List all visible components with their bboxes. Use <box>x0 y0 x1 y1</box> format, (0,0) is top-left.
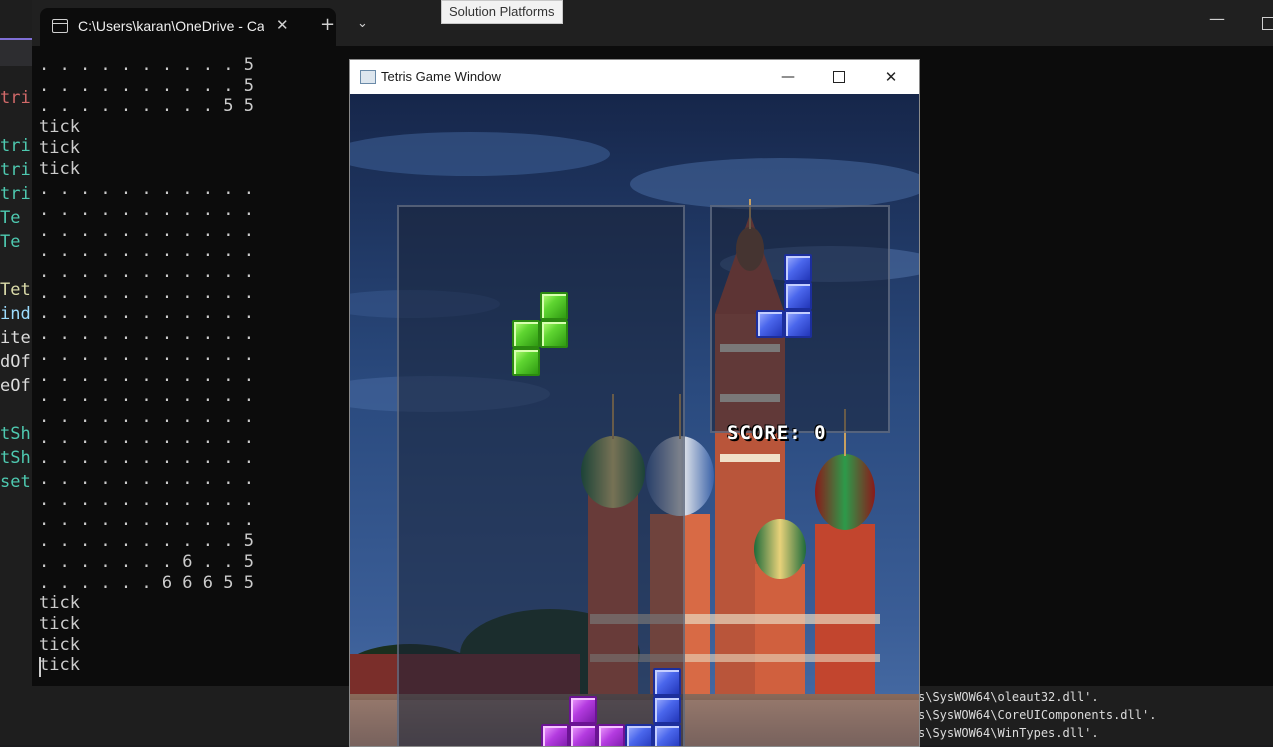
ide-code-fragment: ite <box>0 328 31 348</box>
output-line: s\SysWOW64\CoreUIComponents.dll'. <box>918 708 1157 722</box>
maximize-icon <box>833 71 845 83</box>
landed-block <box>569 724 597 746</box>
next-piece-block <box>784 254 812 282</box>
terminal-line: tick <box>39 117 80 138</box>
ide-code-fragment: tSh <box>0 424 31 444</box>
terminal-line: tick <box>39 158 80 179</box>
falling-block <box>540 292 568 320</box>
terminal-line: . . . . . . . . . . . <box>39 365 254 386</box>
ide-code-fragment: tri <box>0 184 31 204</box>
terminal-line: . . . . . . . . . . . <box>39 448 254 469</box>
terminal-line: . . . . . . . . . . . <box>39 386 254 407</box>
terminal-line: . . . . . . . . . . 5 <box>39 55 254 75</box>
ide-code-fragment: Te <box>0 232 21 252</box>
ide-editor-strip: tri tri tri tri Te Te Tet ind ite dOf eOf tSh tSh s… <box>0 0 32 745</box>
playfield-panel <box>397 205 685 746</box>
terminal-titlebar: C:\Users\karan\OneDrive - Ca ✕ + ⌄ — <box>32 0 1273 46</box>
ide-code-fragment: tri <box>0 160 31 180</box>
falling-block <box>512 348 540 376</box>
ide-code-fragment: tSh <box>0 448 31 468</box>
ide-code-fragment: Te <box>0 208 21 228</box>
landed-block <box>653 696 681 724</box>
landed-block <box>597 724 625 746</box>
terminal-line: . . . . . . . . . 5 5 <box>39 96 254 117</box>
game-maximize-button[interactable] <box>816 60 862 94</box>
output-line: s\SysWOW64\WinTypes.dll'. <box>918 726 1099 740</box>
ide-code-fragment: set <box>0 472 31 492</box>
ide-toolbar-fragment <box>0 38 32 66</box>
terminal-line: tick <box>39 613 80 634</box>
terminal-line: . . . . . . . . . . . <box>39 427 254 448</box>
terminal-line: tick <box>39 137 80 158</box>
ide-code-fragment: ind <box>0 304 31 324</box>
terminal-line: . . . . . . . . . . . <box>39 469 254 489</box>
terminal-minimize-button[interactable]: — <box>1209 9 1225 28</box>
terminal-line: . . . . . . . . . . . <box>39 303 254 324</box>
terminal-tab[interactable]: C:\Users\karan\OneDrive - Ca ✕ <box>40 8 336 46</box>
terminal-line: . . . . . . . . . . . <box>39 262 254 282</box>
terminal-line: . . . . . . . . . . 5 <box>39 75 254 96</box>
close-tab-icon[interactable]: ✕ <box>276 16 289 34</box>
ide-code-fragment: tri <box>0 88 31 108</box>
score-label: SCORE: 0 <box>727 422 827 444</box>
terminal-icon <box>52 19 68 33</box>
terminal-maximize-button[interactable] <box>1262 17 1273 30</box>
output-line: s\SysWOW64\oleaut32.dll'. <box>918 690 1099 704</box>
game-titlebar: Tetris Game Window — ✕ <box>350 60 919 94</box>
terminal-line: . . . . . . . . . . 5 <box>39 531 254 552</box>
new-tab-button[interactable]: + <box>320 14 335 35</box>
terminal-line: tick <box>39 655 80 676</box>
terminal-line: . . . . . . . . . . . <box>39 179 254 200</box>
app-icon <box>360 70 376 84</box>
terminal-line: . . . . . . . 6 . . 5 <box>39 551 254 572</box>
terminal-line: tick <box>39 593 80 614</box>
game-scene: SCORE: 0 <box>350 94 919 746</box>
ide-code-fragment: tri <box>0 136 31 156</box>
terminal-cursor <box>39 657 41 677</box>
game-window-title: Tetris Game Window <box>381 69 501 84</box>
terminal-line: tick <box>39 634 80 655</box>
game-close-button[interactable]: ✕ <box>868 60 914 94</box>
terminal-line: . . . . . . . . . . . <box>39 406 254 427</box>
landed-block <box>541 724 569 746</box>
game-minimize-button[interactable]: — <box>765 60 811 94</box>
terminal-line: . . . . . . . . . . . <box>39 199 254 220</box>
solution-platforms-tooltip: Solution Platforms <box>441 0 563 24</box>
terminal-line: . . . . . . . . . . . <box>39 510 254 531</box>
terminal-line: . . . . . . 6 6 6 5 5 <box>39 572 254 593</box>
ide-code-fragment: dOf <box>0 352 31 372</box>
terminal-line: . . . . . . . . . . . <box>39 489 254 510</box>
terminal-line: . . . . . . . . . . . <box>39 344 254 365</box>
falling-block <box>512 320 540 348</box>
falling-block <box>540 320 568 348</box>
tab-dropdown-button[interactable]: ⌄ <box>357 16 368 31</box>
landed-block <box>569 696 597 724</box>
next-piece-block <box>756 310 784 338</box>
landed-block <box>625 724 653 746</box>
landed-block <box>653 724 681 746</box>
terminal-line: . . . . . . . . . . . <box>39 220 254 241</box>
landed-block <box>653 668 681 696</box>
next-piece-block <box>784 310 812 338</box>
ide-code-fragment: Tet <box>0 280 31 300</box>
next-piece-block <box>784 282 812 310</box>
terminal-line: . . . . . . . . . . . <box>39 241 254 262</box>
tetris-game-window: Tetris Game Window — ✕ SCORE: 0 <box>349 59 920 747</box>
terminal-line: . . . . . . . . . . . <box>39 324 254 345</box>
terminal-tab-title: C:\Users\karan\OneDrive - Ca <box>78 18 264 34</box>
terminal-line: . . . . . . . . . . . <box>39 282 254 303</box>
ide-code-fragment: eOf <box>0 376 31 396</box>
